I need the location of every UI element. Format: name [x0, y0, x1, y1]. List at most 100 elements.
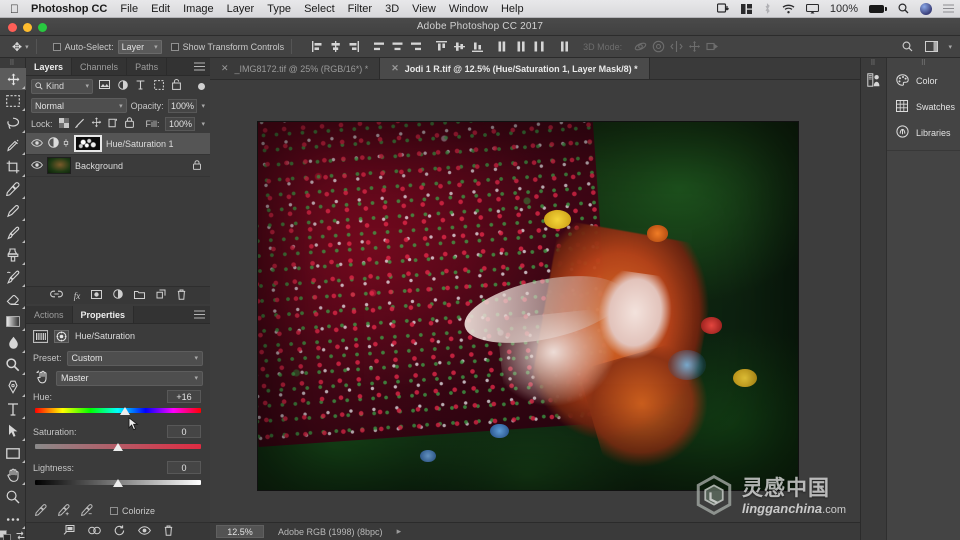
- menu-filter[interactable]: Filter: [348, 3, 372, 15]
- display-grid-icon[interactable]: [740, 3, 753, 14]
- wifi-icon[interactable]: [782, 4, 795, 14]
- zoom-level-field[interactable]: 12.5%: [216, 525, 264, 538]
- view-previous-state-icon[interactable]: [88, 526, 101, 538]
- filter-shape-icon[interactable]: [152, 79, 165, 93]
- toggle-visibility-icon[interactable]: [138, 525, 151, 538]
- document-tab-jodi1r[interactable]: ✕ Jodi 1 R.tif @ 12.5% (Hue/Saturation 1…: [380, 58, 650, 79]
- adjustment-layer-thumbnail[interactable]: [47, 136, 59, 151]
- tools-panel-grip[interactable]: ⠿: [0, 58, 25, 68]
- distribute-left-icon[interactable]: [371, 39, 387, 55]
- menu-layer[interactable]: Layer: [227, 3, 255, 15]
- filter-smart-icon[interactable]: [170, 79, 183, 93]
- maximize-window-button[interactable]: [38, 23, 47, 32]
- align-left-edges-icon[interactable]: [309, 39, 325, 55]
- layer-mask-icon[interactable]: [91, 289, 103, 302]
- bluetooth-icon[interactable]: [764, 3, 771, 14]
- layer-row-background[interactable]: Background: [26, 155, 210, 177]
- eyedropper-subtract-icon[interactable]: [80, 503, 93, 519]
- panel-item-libraries[interactable]: Libraries: [887, 120, 960, 146]
- layer-mask-link-icon[interactable]: [63, 138, 70, 150]
- rectangular-marquee-tool[interactable]: [0, 90, 26, 112]
- checkbox-box[interactable]: [170, 42, 179, 51]
- colorize-checkbox[interactable]: Colorize: [110, 506, 155, 516]
- menu-window[interactable]: Window: [449, 3, 488, 15]
- layer-row-hue-saturation[interactable]: Hue/Saturation 1: [26, 133, 210, 155]
- eyedropper-tool[interactable]: [0, 178, 26, 200]
- distribute-center-icon[interactable]: [389, 39, 405, 55]
- menu-app-name[interactable]: Photoshop CC: [31, 3, 107, 15]
- tab-layers[interactable]: Layers: [26, 58, 73, 75]
- lightness-value-field[interactable]: 0: [167, 461, 201, 474]
- layer-thumbnail[interactable]: [47, 157, 71, 174]
- chevron-down-icon[interactable]: ▾: [25, 43, 29, 51]
- menu-edit[interactable]: Edit: [151, 3, 170, 15]
- channel-select[interactable]: Master ▾: [56, 370, 203, 386]
- eyedropper-icon[interactable]: [34, 503, 47, 519]
- slide-3d-icon[interactable]: [686, 39, 702, 55]
- lock-transparent-pixels-icon[interactable]: [58, 117, 69, 131]
- eraser-tool[interactable]: [0, 288, 26, 310]
- distribute-middle-icon[interactable]: [513, 39, 529, 55]
- auto-select-checkbox[interactable]: Auto-Select:: [52, 42, 114, 52]
- menu-type[interactable]: Type: [267, 3, 291, 15]
- hue-value-field[interactable]: +16: [167, 390, 201, 403]
- panel-item-swatches[interactable]: Swatches: [887, 94, 960, 120]
- lock-all-icon[interactable]: [124, 117, 134, 131]
- panel-list-grip[interactable]: ⠿: [887, 58, 960, 68]
- minimize-window-button[interactable]: [23, 23, 32, 32]
- user-avatar-icon[interactable]: [920, 2, 932, 15]
- clone-stamp-tool[interactable]: [0, 244, 26, 266]
- chevron-down-icon[interactable]: ▾: [948, 43, 952, 51]
- spot-healing-brush-tool[interactable]: [0, 200, 26, 222]
- airplay-icon[interactable]: [805, 3, 819, 14]
- preset-select[interactable]: Custom ▾: [66, 350, 203, 366]
- airdrop-icon[interactable]: [716, 3, 730, 14]
- layer-style-icon[interactable]: fx: [74, 291, 81, 301]
- clip-to-layer-icon[interactable]: [63, 525, 75, 538]
- align-bottom-edges-icon[interactable]: [469, 39, 485, 55]
- edit-toolbar-button[interactable]: [0, 508, 26, 530]
- close-icon[interactable]: ✕: [391, 63, 399, 74]
- rectangle-tool[interactable]: [0, 442, 26, 464]
- menu-select[interactable]: Select: [304, 3, 335, 15]
- menu-view[interactable]: View: [412, 3, 436, 15]
- reset-icon[interactable]: [114, 524, 125, 539]
- saturation-slider-handle[interactable]: [113, 443, 123, 451]
- lightness-slider[interactable]: [35, 477, 201, 490]
- fill-field[interactable]: 100%: [165, 117, 196, 131]
- status-bar-menu-arrow[interactable]: ▸: [397, 526, 402, 537]
- tab-actions[interactable]: Actions: [26, 306, 73, 323]
- panel-menu-icon[interactable]: [194, 62, 205, 74]
- hue-slider[interactable]: [35, 405, 201, 418]
- document-tab-img8172[interactable]: ✕ _IMG8172.tif @ 25% (RGB/16*) *: [210, 58, 381, 79]
- pan-3d-icon[interactable]: [668, 39, 684, 55]
- brush-tool[interactable]: [0, 222, 26, 244]
- checkbox-box[interactable]: [52, 42, 61, 51]
- lock-image-pixels-icon[interactable]: [74, 118, 85, 131]
- filter-type-icon[interactable]: [134, 79, 147, 93]
- lock-artboard-icon[interactable]: [108, 118, 119, 131]
- link-layers-icon[interactable]: [49, 290, 63, 301]
- menu-file[interactable]: File: [120, 3, 138, 15]
- align-vertical-centers-icon[interactable]: [451, 39, 467, 55]
- menu-image[interactable]: Image: [183, 3, 214, 15]
- align-right-edges-icon[interactable]: [345, 39, 361, 55]
- orbit-3d-icon[interactable]: [632, 39, 648, 55]
- close-icon[interactable]: ✕: [221, 63, 229, 74]
- blur-tool[interactable]: [0, 332, 26, 354]
- align-horizontal-centers-icon[interactable]: [327, 39, 343, 55]
- battery-icon[interactable]: [869, 4, 887, 13]
- tab-channels[interactable]: Channels: [72, 58, 128, 75]
- checkbox-box[interactable]: [110, 507, 118, 515]
- saturation-slider[interactable]: [35, 441, 201, 454]
- search-icon[interactable]: [898, 3, 909, 14]
- distribute-top-icon[interactable]: [495, 39, 511, 55]
- pen-tool[interactable]: [0, 376, 26, 398]
- targeted-adjustment-icon[interactable]: [33, 370, 51, 387]
- quick-selection-tool[interactable]: [0, 134, 26, 156]
- chevron-down-icon[interactable]: ▾: [201, 102, 205, 110]
- notification-center-icon[interactable]: [943, 4, 954, 13]
- workspace-icon[interactable]: [924, 40, 938, 54]
- right-dock-grip[interactable]: ⠿: [861, 58, 886, 68]
- tab-paths[interactable]: Paths: [127, 58, 168, 75]
